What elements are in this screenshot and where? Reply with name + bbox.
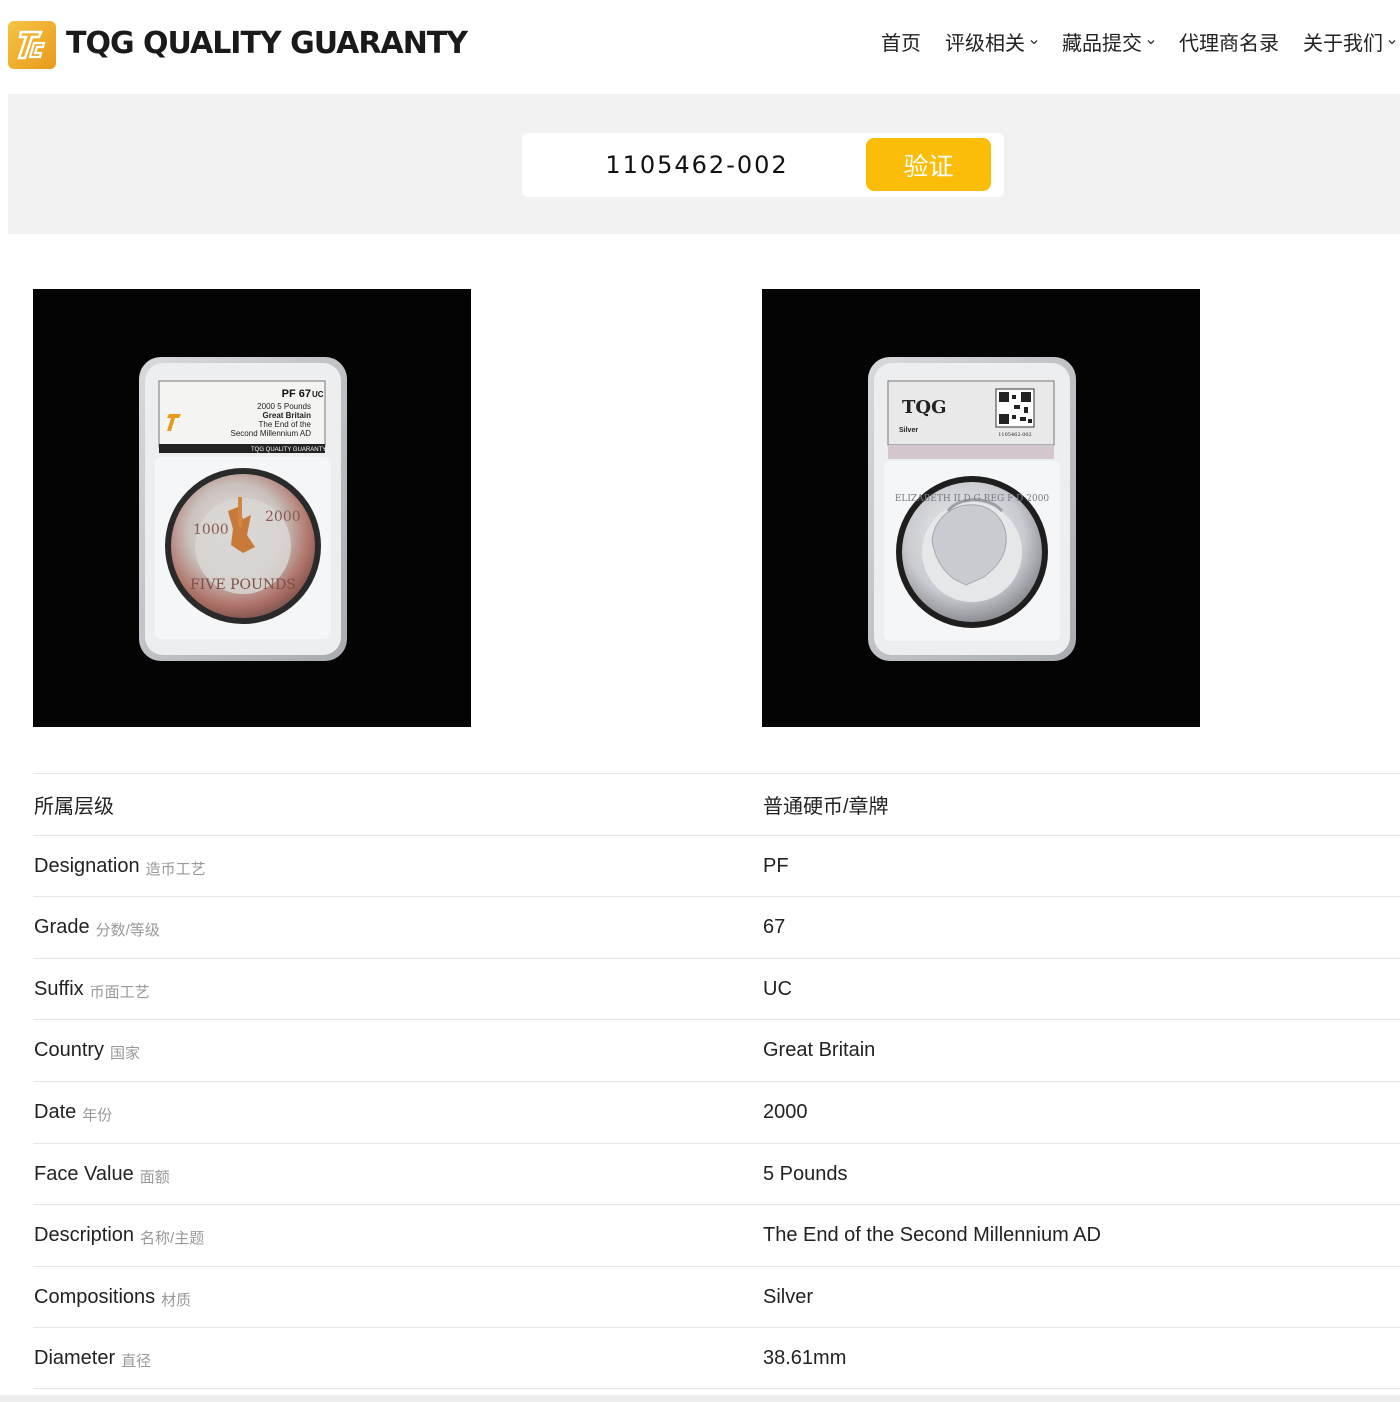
- row-value: Great Britain: [763, 1039, 876, 1062]
- table-row: Country 国家 Great Britain: [33, 1019, 1400, 1081]
- category-label: 所属层级: [34, 796, 114, 818]
- slab-front-image: TQG QUALITY GUARANTY PF 67 UC 2000 5 Pou…: [139, 357, 347, 661]
- row-sublabel: 材质: [161, 1291, 192, 1309]
- coin-legend-right: 2000: [265, 509, 301, 525]
- slab-back-photo[interactable]: TQG Silver 1105462-002 ELIZABETH II D G …: [762, 289, 1200, 727]
- row-sublabel: 分数/等级: [95, 922, 160, 940]
- coin-details-table: 所属层级 普通硬币/章牌 Designation 造币工艺 PF Grade 分数/…: [33, 773, 1400, 1389]
- table-row-category: 所属层级 普通硬币/章牌: [33, 773, 1400, 835]
- table-row: Compositions 材质 Silver: [33, 1265, 1400, 1328]
- table-row: Date 年份 2000: [33, 1080, 1400, 1143]
- table-row: Suffix 币面工艺 UC: [33, 957, 1400, 1020]
- table-row: Diameter 直径 38.61mm: [33, 1327, 1400, 1389]
- table-row: Designation 造币工艺 PF: [33, 834, 1400, 897]
- row-label: Country: [34, 1039, 105, 1062]
- row-sublabel: 名称/主题: [140, 1230, 205, 1248]
- row-value: PF: [763, 854, 789, 877]
- row-sublabel: 面额: [139, 1168, 170, 1186]
- slab-footer-text: TQG QUALITY GUARANTY: [251, 447, 326, 453]
- slab-front-photo[interactable]: TQG QUALITY GUARANTY PF 67 UC 2000 5 Pou…: [33, 289, 471, 727]
- row-label: Diameter: [34, 1347, 116, 1370]
- row-label: Description: [34, 1224, 135, 1247]
- slab-back-cert: 1105462-002: [998, 432, 1032, 438]
- nav-item-dealers[interactable]: 代理商名录: [1179, 30, 1279, 58]
- row-value: 2000: [763, 1100, 808, 1123]
- coin-back-legend: ELIZABETH II D G REG F D 2000: [895, 494, 1050, 504]
- row-label: Designation: [34, 854, 140, 877]
- slab-line-1: 2000 5 Pounds: [257, 402, 311, 411]
- nav-item-about[interactable]: 关于我们: [1303, 30, 1396, 58]
- table-row: Description 名称/主题 The End of the Second M…: [33, 1204, 1400, 1266]
- slab-line-3: The End of the: [259, 420, 312, 429]
- tqg-logo-icon[interactable]: [8, 21, 56, 69]
- row-label: Face Value: [34, 1162, 134, 1185]
- slab-line-4: Second Millennium AD: [231, 429, 312, 438]
- table-row: Grade 分数/等级 67: [33, 896, 1400, 958]
- slab-back-image: TQG Silver 1105462-002 ELIZABETH II D G …: [868, 357, 1076, 661]
- slab-line-2: Great Britain: [263, 411, 312, 420]
- row-sublabel: 币面工艺: [89, 983, 150, 1001]
- nav-item-label: 藏品提交: [1062, 33, 1142, 55]
- chevron-down-icon: [1147, 40, 1155, 45]
- page-bottom-divider: [0, 1395, 1400, 1402]
- row-value: The End of the Second Millennium AD: [763, 1224, 1101, 1247]
- row-value: Silver: [763, 1285, 814, 1308]
- row-value: 5 Pounds: [763, 1162, 848, 1185]
- chevron-down-icon: [1388, 40, 1396, 45]
- row-label: Date: [34, 1100, 77, 1123]
- coin-legend-bottom: FIVE POUNDS: [190, 577, 296, 593]
- verify-button[interactable]: 验证: [866, 138, 991, 191]
- table-row: Face Value 面额 5 Pounds: [33, 1142, 1400, 1205]
- cert-number-input[interactable]: [522, 133, 872, 197]
- nav-item-grading[interactable]: 评级相关: [945, 30, 1038, 58]
- row-sublabel: 直径: [121, 1353, 152, 1371]
- slab-back-logo-text: TQG: [902, 397, 946, 418]
- coin-legend-left: 1000: [193, 522, 229, 538]
- category-value: 普通硬币/章牌: [763, 796, 889, 818]
- nav-item-label: 关于我们: [1303, 33, 1383, 55]
- row-value: 67: [763, 916, 786, 939]
- row-label: Compositions: [34, 1285, 156, 1308]
- row-value: 38.61mm: [763, 1347, 847, 1370]
- row-sublabel: 国家: [110, 1045, 141, 1063]
- slab-suffix-text: UC: [312, 390, 324, 399]
- nav-item-submission[interactable]: 藏品提交: [1062, 30, 1155, 58]
- site-header: TQG QUALITY GUARANTY 首页 评级相关 藏品提交 代理商名录 …: [0, 0, 1400, 94]
- slab-grade-text: PF 67: [282, 388, 311, 400]
- brand-name[interactable]: TQG QUALITY GUARANTY: [66, 26, 468, 62]
- row-label: Grade: [34, 916, 90, 939]
- row-sublabel: 造币工艺: [145, 860, 206, 878]
- nav-item-label: 评级相关: [945, 33, 1025, 55]
- main-nav: 首页 评级相关 藏品提交 代理商名录 关于我们: [881, 30, 1396, 58]
- chevron-down-icon: [1030, 40, 1038, 45]
- slab-back-material: Silver: [899, 427, 918, 434]
- nav-item-label: 代理商名录: [1179, 33, 1279, 55]
- row-label: Suffix: [34, 977, 84, 1000]
- row-sublabel: 年份: [82, 1106, 113, 1124]
- nav-item-home[interactable]: 首页: [881, 30, 921, 58]
- row-value: UC: [763, 977, 792, 1000]
- nav-item-label: 首页: [881, 33, 921, 55]
